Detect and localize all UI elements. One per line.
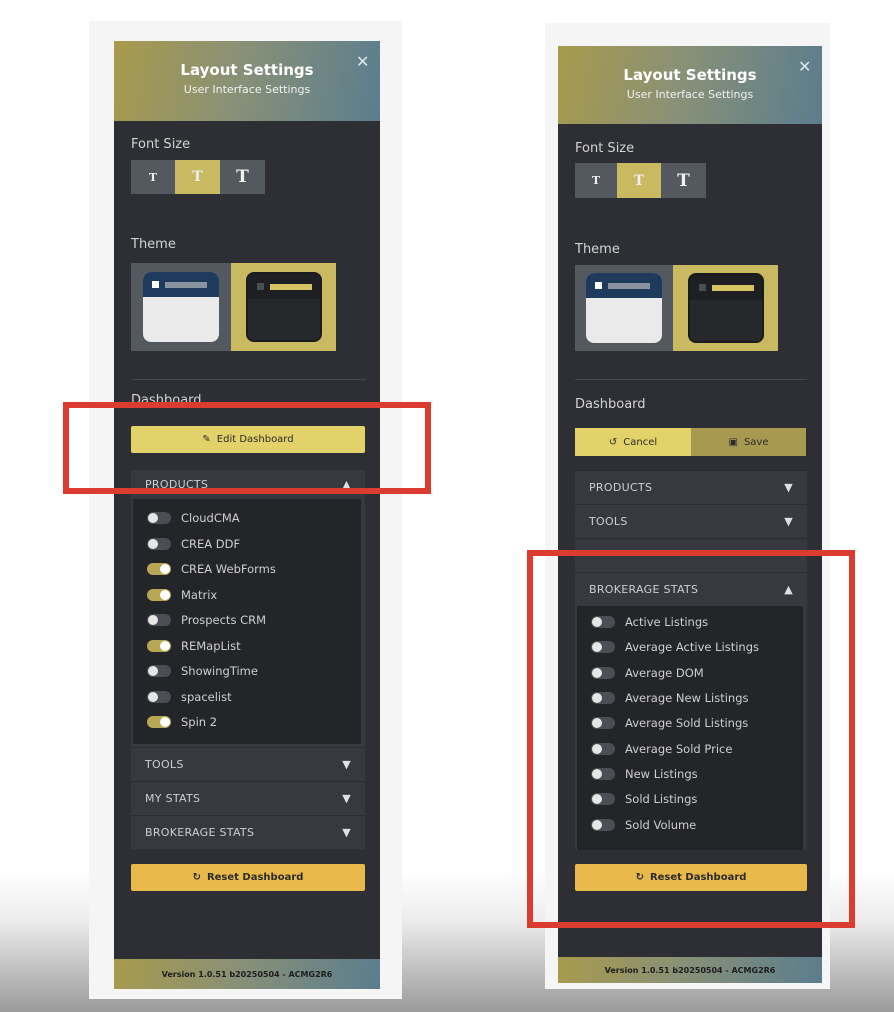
- font-size-small-button[interactable]: T: [131, 160, 175, 194]
- toggle-row: REMapList: [147, 639, 241, 653]
- panel-header: Layout Settings User Interface Settings: [114, 41, 380, 121]
- version-text: Version 1.0.51 b20250504 - ACMG2R6: [604, 965, 776, 975]
- toggle-label: CREA DDF: [181, 537, 241, 551]
- accordion-header-brokerage-stats[interactable]: BROKERAGE STATS ▼: [131, 815, 365, 849]
- section-divider: [131, 379, 366, 380]
- toggle-switch[interactable]: [147, 589, 171, 601]
- chevron-down-icon: ▼: [784, 515, 793, 528]
- red-highlight-box: [527, 550, 855, 928]
- theme-dark-option[interactable]: [231, 263, 336, 351]
- toggle-label: CREA WebForms: [181, 562, 276, 576]
- dashboard-label: Dashboard: [575, 397, 646, 412]
- accordion-header-tools[interactable]: TOOLS ▼: [131, 747, 365, 781]
- toggle-row: CREA WebForms: [147, 562, 276, 576]
- toggle-row: CREA DDF: [147, 537, 240, 551]
- toggle-switch[interactable]: [147, 512, 171, 524]
- toggle-switch[interactable]: [147, 538, 171, 550]
- panel-subtitle: User Interface Settings: [183, 83, 311, 96]
- tools-header-label: TOOLS: [589, 515, 628, 528]
- brokerage-stats-header-label: BROKERAGE STATS: [145, 826, 255, 839]
- products-header-label: PRODUCTS: [589, 481, 653, 494]
- toggle-row: Spin 2: [147, 715, 217, 729]
- toggle-switch[interactable]: [147, 563, 171, 575]
- accordion-header-tools[interactable]: TOOLS ▼: [575, 504, 807, 538]
- theme-selector: [131, 263, 336, 351]
- font-size-selector: T T T: [131, 160, 265, 194]
- font-size-label: Font Size: [131, 137, 191, 152]
- toggle-label: Prospects CRM: [181, 613, 267, 627]
- panel-title: Layout Settings: [623, 66, 757, 84]
- theme-light-option[interactable]: [575, 265, 673, 351]
- my-stats-header-label: MY STATS: [145, 792, 201, 805]
- font-size-large-button[interactable]: T: [661, 163, 706, 198]
- chevron-down-icon: ▼: [342, 758, 351, 771]
- toggle-label: ShowingTime: [181, 664, 258, 678]
- theme-label: Theme: [575, 242, 620, 257]
- panel-subtitle: User Interface Settings: [626, 88, 754, 101]
- toggle-label: Spin 2: [181, 715, 218, 729]
- theme-selector: [575, 265, 778, 351]
- toggle-switch[interactable]: [147, 665, 171, 677]
- refresh-icon: ↻: [192, 872, 201, 883]
- save-label: Save: [743, 436, 769, 448]
- dashboard-accordion: PRODUCTS ▲ CloudCMA CREA DDF CREA WebFor…: [131, 469, 365, 849]
- accordion-header-products[interactable]: PRODUCTS ▼: [575, 470, 807, 504]
- products-toggle-list: CloudCMA CREA DDF CREA WebForms Matrix P…: [133, 499, 361, 744]
- save-icon: ▣: [728, 436, 738, 448]
- panel-title: Layout Settings: [180, 61, 314, 79]
- version-footer: Version 1.0.51 b20250504 - ACMG2R6: [114, 959, 380, 989]
- panel-header: Layout Settings User Interface Settings: [558, 46, 822, 124]
- section-divider: [575, 379, 807, 380]
- chevron-down-icon: ▼: [784, 481, 793, 494]
- toggle-row: CloudCMA: [147, 511, 240, 525]
- toggle-label: spacelist: [181, 690, 232, 704]
- toggle-switch[interactable]: [147, 716, 171, 728]
- close-icon[interactable]: ✕: [798, 57, 811, 76]
- dark-theme-icon: [687, 273, 764, 343]
- font-size-selector: T T T: [575, 163, 706, 198]
- version-footer: Version 1.0.51 b20250504 - ACMG2R6: [558, 957, 822, 983]
- reset-dashboard-label: Reset Dashboard: [206, 872, 304, 883]
- font-size-large-button[interactable]: T: [220, 160, 265, 194]
- undo-icon: ↺: [608, 436, 618, 448]
- save-button[interactable]: ▣ Save: [691, 428, 806, 456]
- toggle-row: ShowingTime: [147, 664, 258, 678]
- left-layout-settings-panel: Layout Settings User Interface Settings …: [114, 41, 380, 989]
- theme-dark-option[interactable]: [673, 265, 778, 351]
- theme-light-option[interactable]: [131, 263, 231, 351]
- toggle-label: REMapList: [181, 639, 241, 653]
- toggle-row: Prospects CRM: [147, 613, 266, 627]
- toggle-row: Matrix: [147, 588, 217, 602]
- red-highlight-box: [63, 402, 431, 494]
- font-size-label: Font Size: [575, 141, 635, 156]
- toggle-switch[interactable]: [147, 614, 171, 626]
- tools-header-label: TOOLS: [145, 758, 184, 771]
- cancel-button[interactable]: ↺ Cancel: [575, 428, 691, 456]
- font-size-small-button[interactable]: T: [575, 163, 617, 198]
- chevron-down-icon: ▼: [342, 826, 351, 839]
- light-theme-icon: [586, 273, 662, 343]
- toggle-switch[interactable]: [147, 691, 171, 703]
- version-text: Version 1.0.51 b20250504 - ACMG2R6: [161, 969, 333, 979]
- reset-dashboard-button[interactable]: ↻ Reset Dashboard: [131, 864, 365, 891]
- theme-label: Theme: [131, 237, 176, 252]
- light-theme-icon: [143, 272, 219, 342]
- font-size-medium-button[interactable]: T: [617, 163, 661, 198]
- close-icon[interactable]: ✕: [356, 52, 369, 71]
- toggle-label: CloudCMA: [181, 511, 240, 525]
- toggle-row: spacelist: [147, 690, 232, 704]
- accordion-header-my-stats[interactable]: MY STATS ▼: [131, 781, 365, 815]
- font-size-medium-button[interactable]: T: [175, 160, 220, 194]
- cancel-label: Cancel: [623, 436, 658, 448]
- dark-theme-icon: [245, 272, 322, 342]
- toggle-label: Matrix: [181, 588, 218, 602]
- chevron-down-icon: ▼: [342, 792, 351, 805]
- toggle-switch[interactable]: [147, 640, 171, 652]
